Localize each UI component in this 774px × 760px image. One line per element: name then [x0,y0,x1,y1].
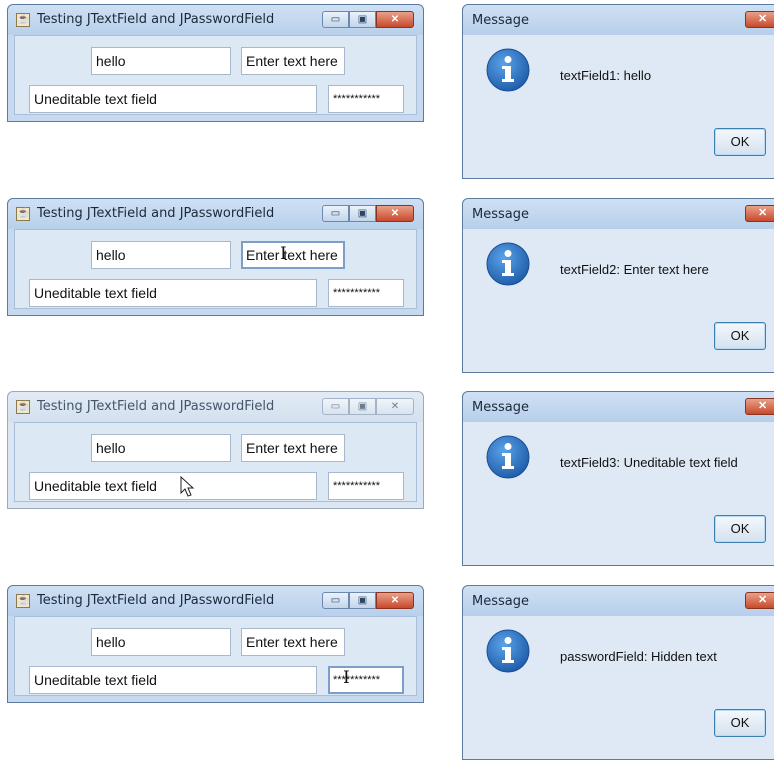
dialog-body: textField3: Uneditable text field OK [469,422,774,559]
dialog-body: textField1: hello OK [469,35,774,172]
text-field-1[interactable]: hello [91,628,231,656]
dialog-body: textField2: Enter text here OK [469,229,774,366]
window-title: Testing JTextField and JPasswordField [37,399,275,414]
dialog-message: textField1: hello [560,68,652,83]
maximize-button[interactable]: ▣ [349,592,376,609]
frame-window-2: ☕ Testing JTextField and JPasswordField … [7,198,424,316]
text-cursor-icon: I [343,668,350,688]
information-icon [486,242,530,286]
close-button[interactable]: ✕ [376,11,414,28]
close-button[interactable]: ✕ [376,592,414,609]
close-button[interactable]: ✕ [376,398,414,415]
ok-button[interactable]: OK [714,128,766,156]
maximize-button[interactable]: ▣ [349,11,376,28]
ok-button[interactable]: OK [714,709,766,737]
information-icon [486,48,530,92]
java-cup-icon[interactable]: ☕ [16,207,30,221]
frame-window-3: ☕ Testing JTextField and JPasswordField … [7,391,424,509]
uneditable-text-field[interactable]: Uneditable text field [29,279,317,307]
content-pane: hello Enter text here Uneditable text fi… [14,422,417,502]
dialog-body: passwordField: Hidden text OK [469,616,774,753]
dialog-title: Message [472,400,529,415]
text-field-2[interactable]: Enter text here [241,628,345,656]
content-pane: hello Enter text here Uneditable text fi… [14,616,417,696]
minimize-button[interactable]: ▭ [322,11,349,28]
dialog-close-button[interactable]: ✕ [745,398,774,415]
message-dialog-4: Message ✕ passwordField: Hidden text OK [462,585,774,760]
dialog-message: textField3: Uneditable text field [560,455,738,470]
password-field[interactable]: *********** [328,279,404,307]
message-dialog-2: Message ✕ textField2: Enter text here OK [462,198,774,373]
text-field-2[interactable]: Enter text here [241,434,345,462]
maximize-button[interactable]: ▣ [349,398,376,415]
dialog-close-button[interactable]: ✕ [745,592,774,609]
ok-button[interactable]: OK [714,322,766,350]
message-dialog-3: Message ✕ textField3: Uneditable text fi… [462,391,774,566]
mouse-pointer-icon [180,476,195,497]
frame-window-4: ☕ Testing JTextField and JPasswordField … [7,585,424,703]
dialog-title: Message [472,13,529,28]
password-field[interactable]: *********** [328,472,404,500]
information-icon [486,629,530,673]
text-field-1[interactable]: hello [91,47,231,75]
maximize-button[interactable]: ▣ [349,205,376,222]
content-pane: hello Enter text here Uneditable text fi… [14,229,417,309]
uneditable-text-field[interactable]: Uneditable text field [29,666,317,694]
content-pane: hello Enter text here Uneditable text fi… [14,35,417,115]
title-bar[interactable]: ☕ Testing JTextField and JPasswordField … [8,392,423,422]
text-field-1[interactable]: hello [91,241,231,269]
minimize-button[interactable]: ▭ [322,205,349,222]
window-title: Testing JTextField and JPasswordField [37,206,275,221]
java-cup-icon[interactable]: ☕ [16,594,30,608]
text-cursor-icon: I [280,244,287,264]
java-cup-icon[interactable]: ☕ [16,400,30,414]
dialog-message: passwordField: Hidden text [560,649,717,664]
uneditable-text-field[interactable]: Uneditable text field [29,472,317,500]
password-field[interactable]: *********** [328,85,404,113]
minimize-button[interactable]: ▭ [322,398,349,415]
title-bar[interactable]: ☕ Testing JTextField and JPasswordField … [8,586,423,616]
text-field-2[interactable]: Enter text here [241,241,345,269]
information-icon [486,435,530,479]
ok-button[interactable]: OK [714,515,766,543]
dialog-message: textField2: Enter text here [560,262,709,277]
title-bar[interactable]: ☕ Testing JTextField and JPasswordField … [8,199,423,229]
password-field[interactable]: *********** [328,666,404,694]
minimize-button[interactable]: ▭ [322,592,349,609]
window-title: Testing JTextField and JPasswordField [37,12,275,27]
dialog-title: Message [472,594,529,609]
java-cup-icon[interactable]: ☕ [16,13,30,27]
dialog-title: Message [472,207,529,222]
text-field-1[interactable]: hello [91,434,231,462]
text-field-2[interactable]: Enter text here [241,47,345,75]
uneditable-text-field[interactable]: Uneditable text field [29,85,317,113]
close-button[interactable]: ✕ [376,205,414,222]
frame-window-1: ☕ Testing JTextField and JPasswordField … [7,4,424,122]
dialog-close-button[interactable]: ✕ [745,11,774,28]
dialog-close-button[interactable]: ✕ [745,205,774,222]
message-dialog-1: Message ✕ textField1: hello OK [462,4,774,179]
title-bar[interactable]: ☕ Testing JTextField and JPasswordField … [8,5,423,35]
window-title: Testing JTextField and JPasswordField [37,593,275,608]
